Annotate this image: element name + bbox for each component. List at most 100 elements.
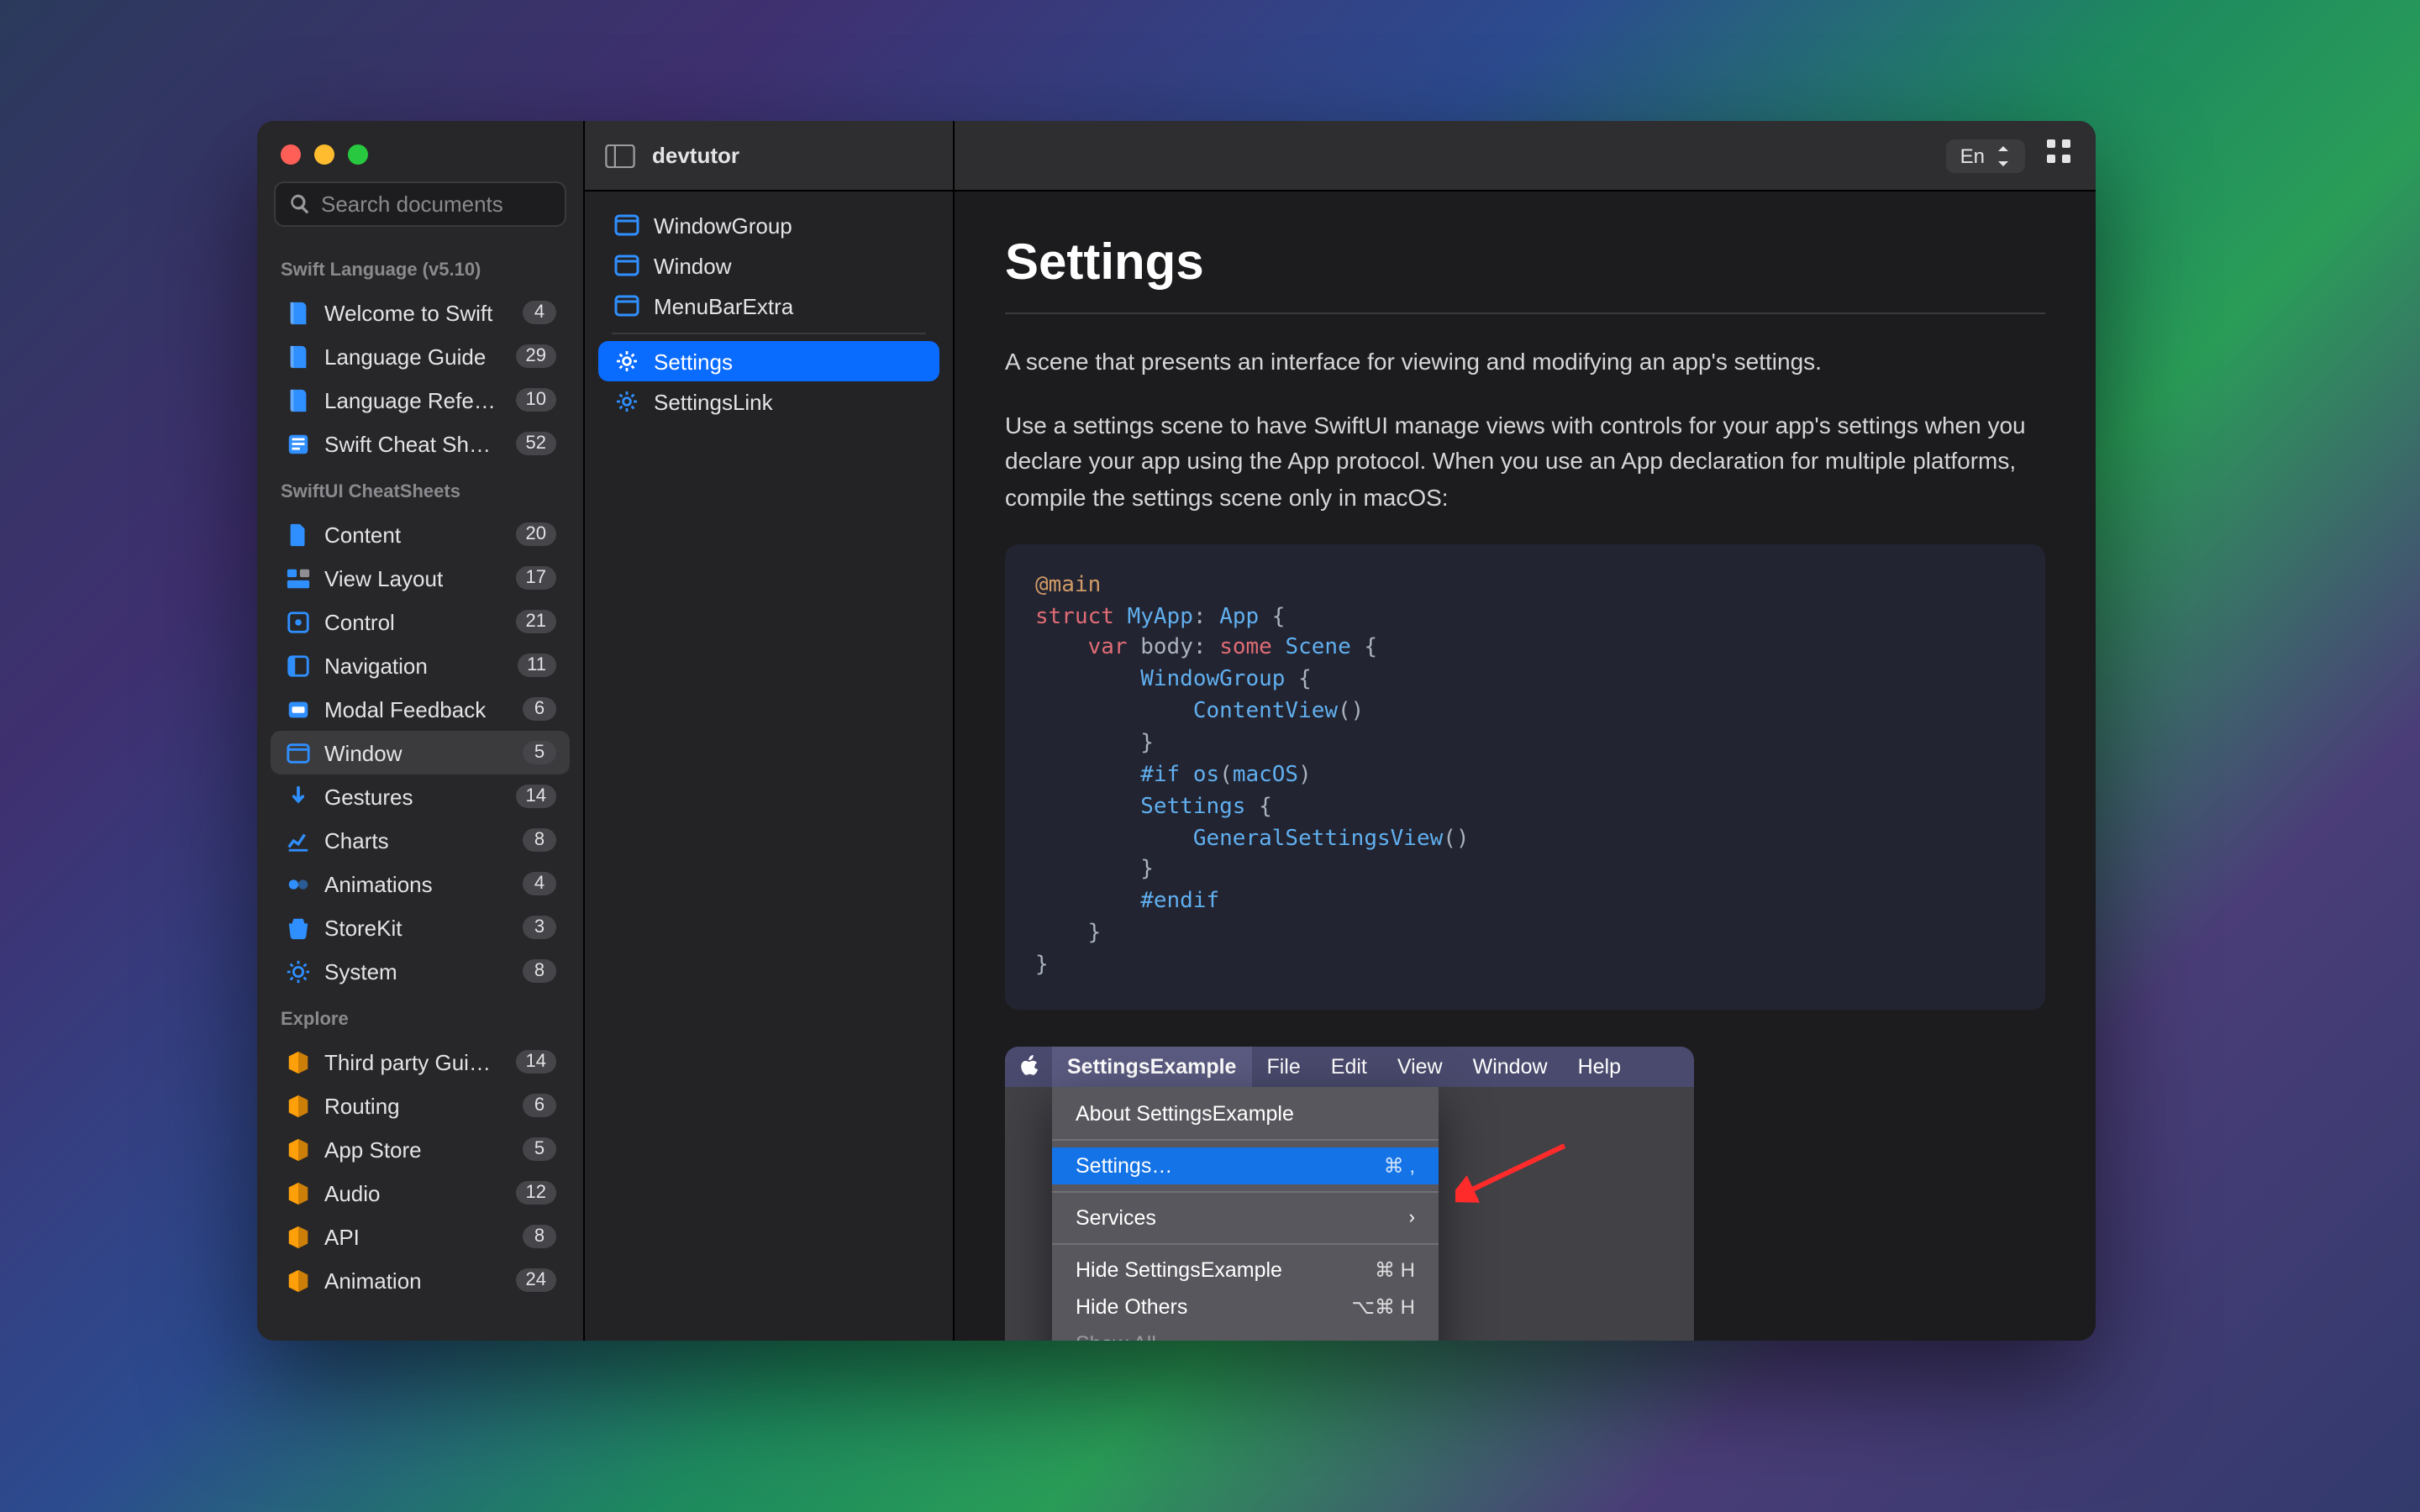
book-icon (284, 386, 311, 413)
illus-menu-window: Window (1458, 1054, 1563, 1078)
sidebar-item-label: Control (324, 609, 502, 634)
mid-item-windowgroup[interactable]: WindowGroup (598, 205, 939, 245)
book-icon (284, 299, 311, 326)
language-label: En (1960, 144, 1985, 167)
mid-item-settings[interactable]: Settings (598, 341, 939, 381)
illus-menu-row: About SettingsExample (1052, 1095, 1439, 1131)
mid-item-label: WindowGroup (654, 213, 792, 238)
sidebar-item-badge: 20 (516, 522, 557, 546)
mid-item-window[interactable]: Window (598, 245, 939, 286)
language-selector[interactable]: En (1947, 139, 2025, 172)
menu-separator (1052, 1190, 1439, 1192)
window-icon (284, 739, 311, 766)
sidebar-item-storekit[interactable]: StoreKit3 (271, 906, 570, 949)
window-controls (257, 121, 583, 181)
illus-menu-row: Services › (1052, 1199, 1439, 1236)
page-subtitle: A scene that presents an interface for v… (1005, 344, 2045, 381)
cube-icon (284, 1267, 311, 1294)
sidebar-toggle-icon[interactable] (605, 144, 635, 167)
sidebar-item-language-guide[interactable]: Language Guide29 (271, 334, 570, 378)
chart-icon (284, 827, 311, 853)
sidebar-item-api[interactable]: API8 (271, 1215, 570, 1258)
sidebar-item-gestures[interactable]: Gestures 14 (271, 774, 570, 818)
sidebar-item-swift-cheat-sheets[interactable]: Swift Cheat Sheets52 (271, 422, 570, 465)
sidebar-item-badge: 5 (523, 741, 556, 764)
close-button[interactable] (281, 144, 301, 165)
grid-icon[interactable] (2045, 138, 2072, 173)
menu-row-label: Hide Others (1076, 1294, 1187, 1318)
mid-item-settingslink[interactable]: SettingsLink (598, 381, 939, 422)
search-field[interactable] (274, 181, 566, 227)
sidebar-item-audio[interactable]: Audio 12 (271, 1171, 570, 1215)
illus-menu-view: View (1382, 1054, 1458, 1078)
sidebar-item-badge: 12 (516, 1181, 557, 1205)
sidebar-item-window[interactable]: Window 5 (271, 731, 570, 774)
sidebar-item-label: System (324, 958, 509, 984)
sidebar-item-charts[interactable]: Charts 8 (271, 818, 570, 862)
sidebar-item-label: Routing (324, 1093, 509, 1118)
sidebar-item-control[interactable]: Control 21 (271, 600, 570, 643)
code-block: @main struct MyApp: App { var body: some… (1005, 544, 2045, 1010)
sidebar-item-routing[interactable]: Routing6 (271, 1084, 570, 1127)
illus-menu-row: Hide SettingsExample ⌘ H (1052, 1251, 1439, 1288)
illus-menu-row: Hide Others⌥⌘ H (1052, 1288, 1439, 1325)
cube-icon (284, 1223, 311, 1250)
menu-row-label: Hide SettingsExample (1076, 1257, 1282, 1281)
sidebar-item-animations[interactable]: Animations4 (271, 862, 570, 906)
divider (612, 333, 926, 334)
sidebar-item-app-store[interactable]: App Store5 (271, 1127, 570, 1171)
sidebar-item-view-layout[interactable]: View Layout17 (271, 556, 570, 600)
menu-row-label: Services (1076, 1205, 1156, 1229)
sidebar-section-title: Swift Language (v5.10) (257, 244, 583, 291)
sidebar-item-badge: 21 (516, 610, 557, 633)
menu-separator (1052, 1242, 1439, 1244)
window-icon (613, 292, 640, 319)
sidebar-item-navigation[interactable]: Navigation 11 (271, 643, 570, 687)
shortcut: ⌘ H (1375, 1257, 1415, 1281)
sidebar-item-label: Third party Guides (324, 1049, 502, 1074)
sidebar-item-label: Gestures (324, 784, 502, 809)
minimize-button[interactable] (314, 144, 334, 165)
sidebar-item-content[interactable]: Content20 (271, 512, 570, 556)
fullscreen-button[interactable] (348, 144, 368, 165)
system-icon (284, 958, 311, 984)
sidebar-item-badge: 52 (516, 432, 557, 455)
sidebar-item-badge: 11 (517, 654, 556, 677)
sidebar-item-language-refere[interactable]: Language Refere...10 (271, 378, 570, 422)
mid-item-menubarextra[interactable]: MenuBarExtra (598, 286, 939, 326)
sidebar-item-third-party-guides[interactable]: Third party Guides 14 (271, 1040, 570, 1084)
shortcut: ⌘ , (1384, 1153, 1415, 1177)
sidebar-item-modal-feedback[interactable]: Modal Feedback6 (271, 687, 570, 731)
sidebar-item-badge: 29 (516, 344, 557, 368)
sidebar-middle: devtutor WindowGroup Window MenuBarExtra Se… (585, 121, 955, 1341)
app-title: devtutor (652, 143, 739, 168)
sidebar-item-system[interactable]: System8 (271, 949, 570, 993)
sidebar-item-badge: 8 (523, 828, 556, 852)
menu-row-label: Show All (1076, 1331, 1156, 1341)
illus-menu-row: Settings…⌘ , (1052, 1147, 1439, 1184)
layout-icon (284, 564, 311, 591)
gesture-icon (284, 783, 311, 810)
sidebar-item-badge: 24 (516, 1268, 557, 1292)
illus-menu-row: Show All (1052, 1325, 1439, 1341)
search-input[interactable] (321, 192, 551, 217)
sidebar-item-welcome-to-swift[interactable]: Welcome to Swift4 (271, 291, 570, 334)
sidebar-item-label: Audio (324, 1180, 502, 1205)
sidebar-item-animation[interactable]: Animation24 (271, 1258, 570, 1302)
sidebar-item-badge: 17 (516, 566, 557, 590)
sidebar-item-badge: 10 (516, 388, 557, 412)
mid-item-label: MenuBarExtra (654, 293, 793, 318)
illus-menubar: SettingsExample FileEditViewWindowHelp (1005, 1046, 1694, 1086)
doc-icon (284, 521, 311, 548)
sidebar-item-badge: 14 (516, 785, 557, 808)
sidebar-item-label: Navigation (324, 653, 503, 678)
apple-icon (1005, 1055, 1052, 1077)
illus-menu-file: File (1251, 1054, 1315, 1078)
sidebar-item-label: Charts (324, 827, 509, 853)
sidebar-item-badge: 14 (516, 1050, 557, 1074)
illus-menu-app: SettingsExample (1052, 1046, 1251, 1086)
window-icon (613, 252, 640, 279)
menu-row-label: About SettingsExample (1076, 1101, 1294, 1125)
sidebar-item-label: Window (324, 740, 509, 765)
chevron-right-icon: › (1409, 1207, 1415, 1227)
